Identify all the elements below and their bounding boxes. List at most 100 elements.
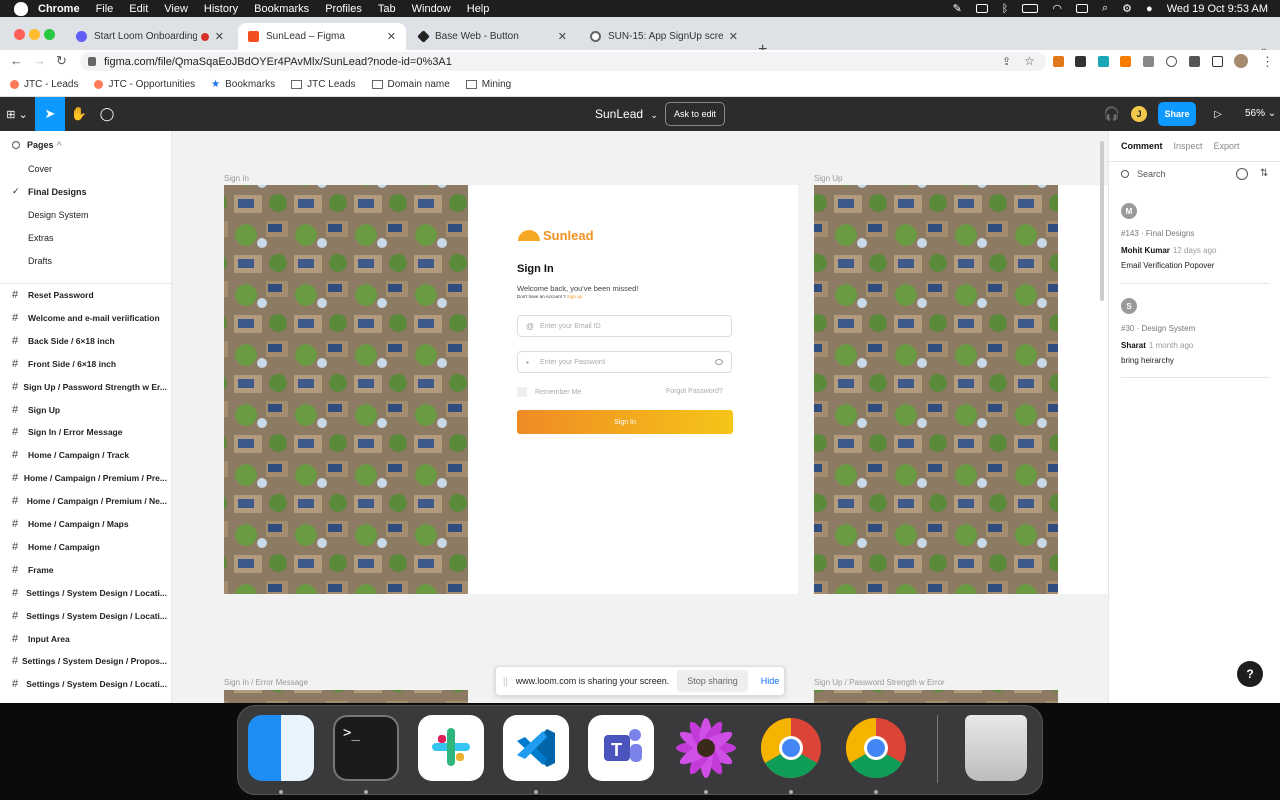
address-bar[interactable]: figma.com/file/QmaSqaEoJBdOYEr4PAvMlx/Su… bbox=[80, 52, 1046, 71]
layer-item[interactable]: # Sign In / Error Message bbox=[12, 426, 167, 438]
vscode-icon[interactable] bbox=[503, 715, 569, 781]
control-center-icon[interactable]: ⚙ bbox=[1122, 2, 1132, 15]
present-play-icon[interactable]: ▷ bbox=[1210, 97, 1226, 131]
tab-figma[interactable]: SunLead – Figma ✕ bbox=[238, 23, 406, 50]
layer-item[interactable]: # Settings / System Design / Locati... bbox=[12, 610, 167, 622]
zoom-dropdown[interactable]: 56% ⌄ bbox=[1245, 108, 1276, 119]
menu-file[interactable]: File bbox=[96, 3, 114, 15]
forgot-password-link[interactable]: Forgot Password? bbox=[666, 388, 723, 395]
metamask-extension-icon[interactable] bbox=[1053, 56, 1064, 67]
user-avatar[interactable]: J bbox=[1131, 106, 1147, 122]
tab-loom[interactable]: Start Loom Onboarding | L ✕ bbox=[66, 23, 234, 50]
bookmark-folder-domain-name[interactable]: Domain name bbox=[371, 79, 450, 90]
bookmark-folder-jtc-leads[interactable]: JTC Leads bbox=[291, 79, 356, 90]
layer-item[interactable]: # Welcome and e-mail veriification bbox=[12, 312, 167, 324]
bookmark-star-icon[interactable]: ☆ bbox=[1024, 54, 1035, 68]
layer-item[interactable]: # Home / Campaign bbox=[12, 541, 167, 553]
headphones-icon[interactable]: 🎧 bbox=[1102, 97, 1122, 131]
wifi-icon[interactable]: ◠ bbox=[1052, 2, 1062, 15]
frame-label-sign-in-error[interactable]: Sign In / Error Message bbox=[224, 678, 308, 687]
filter-icon[interactable] bbox=[1236, 168, 1248, 180]
vertical-scrollbar[interactable] bbox=[1100, 141, 1104, 301]
hide-button[interactable]: Hide bbox=[761, 676, 780, 686]
close-tab-icon[interactable]: ✕ bbox=[215, 30, 224, 43]
share-button[interactable]: Share bbox=[1158, 102, 1196, 126]
share-page-icon[interactable]: ⇪ bbox=[1002, 55, 1011, 68]
eye-icon[interactable] bbox=[715, 359, 723, 365]
frame-label-sign-up-password[interactable]: Sign Up / Password Strength w Error bbox=[814, 678, 945, 687]
search-icon[interactable] bbox=[12, 141, 20, 149]
layer-item[interactable]: # Home / Campaign / Track bbox=[12, 449, 167, 461]
ask-to-edit-button[interactable]: Ask to edit bbox=[665, 102, 726, 126]
frame-label-sign-up[interactable]: Sign Up bbox=[814, 174, 842, 183]
tab-inspect[interactable]: Inspect bbox=[1174, 141, 1203, 151]
teams-icon[interactable]: T bbox=[588, 715, 654, 781]
extensions-puzzle-icon[interactable] bbox=[1189, 56, 1200, 67]
menu-help[interactable]: Help bbox=[467, 3, 490, 15]
layer-item[interactable]: # Settings / System Design / Propos... bbox=[12, 655, 167, 667]
close-tab-icon[interactable]: ✕ bbox=[729, 30, 738, 43]
email-field[interactable]: @ Enter your Email ID bbox=[517, 315, 732, 337]
layer-item[interactable]: # Home / Campaign / Premium / Pre... bbox=[12, 472, 167, 484]
file-name-dropdown[interactable]: SunLead ⌄ bbox=[595, 107, 658, 121]
minimize-window-button[interactable] bbox=[29, 29, 40, 40]
chrome-menu-icon[interactable]: ⋮ bbox=[1261, 54, 1274, 70]
battery-icon[interactable] bbox=[1022, 4, 1039, 13]
comment-tool-button[interactable]: ◯ bbox=[94, 97, 120, 131]
hand-tool-button[interactable]: ✋ bbox=[66, 97, 92, 131]
layer-item[interactable]: # Input Area bbox=[12, 633, 167, 645]
tab-comment[interactable]: Comment bbox=[1121, 141, 1163, 151]
menu-bookmarks[interactable]: Bookmarks bbox=[254, 3, 309, 15]
tab-base-web[interactable]: Base Web - Button ✕ bbox=[409, 23, 577, 50]
password-field[interactable]: ▪ Enter your Password bbox=[517, 351, 732, 373]
menu-edit[interactable]: Edit bbox=[129, 3, 148, 15]
drag-handle-icon[interactable]: || bbox=[503, 676, 508, 686]
layer-item[interactable]: # Sign Up bbox=[12, 404, 167, 416]
siri-icon[interactable]: ● bbox=[1146, 3, 1153, 15]
chrome-icon[interactable] bbox=[843, 715, 909, 781]
menu-window[interactable]: Window bbox=[412, 3, 451, 15]
layer-item[interactable]: # Sign Up / Password Strength w Er... bbox=[12, 381, 167, 393]
menu-app-name[interactable]: Chrome bbox=[38, 3, 80, 15]
bookmark-bookmarks[interactable]: ★ Bookmarks bbox=[211, 79, 275, 90]
chrome-icon[interactable] bbox=[758, 715, 824, 781]
layer-item[interactable]: # Settings / System Design / Locati... bbox=[12, 678, 167, 690]
pages-header[interactable]: Pages ^ bbox=[12, 140, 62, 150]
layer-item[interactable]: # Settings / System Design / Locati... bbox=[12, 587, 167, 599]
help-button[interactable]: ? bbox=[1237, 661, 1263, 687]
trash-icon[interactable] bbox=[965, 715, 1027, 781]
page-drafts[interactable]: Drafts bbox=[28, 256, 52, 266]
layer-item[interactable]: # Home / Campaign / Premium / Ne... bbox=[12, 495, 167, 507]
extension-icon[interactable] bbox=[1166, 56, 1177, 67]
menu-profiles[interactable]: Profiles bbox=[325, 3, 362, 15]
bookmark-folder-mining[interactable]: Mining bbox=[465, 79, 511, 90]
remember-me-checkbox[interactable]: Remember Me bbox=[517, 387, 581, 397]
pen-icon[interactable]: ✎ bbox=[953, 2, 962, 15]
zoom-window-button[interactable] bbox=[44, 29, 55, 40]
close-tab-icon[interactable]: ✕ bbox=[387, 30, 396, 43]
layer-item[interactable]: # Back Side / 6×18 inch bbox=[12, 335, 167, 347]
checkbox[interactable] bbox=[517, 387, 527, 397]
forward-button[interactable]: → bbox=[33, 53, 46, 68]
comment-thread[interactable]: S #30 · Design System Sharat 1 month ago … bbox=[1121, 298, 1195, 365]
sort-icon[interactable]: ⇅ bbox=[1260, 168, 1268, 179]
extension-icon[interactable] bbox=[1075, 56, 1086, 67]
apple-icon[interactable] bbox=[14, 1, 28, 16]
layer-item[interactable]: # Frame bbox=[12, 564, 167, 576]
bookmark-jtc-leads[interactable]: JTC - Leads bbox=[10, 79, 78, 90]
layer-item[interactable]: # Home / Campaign / Maps bbox=[12, 518, 167, 530]
extension-icon[interactable] bbox=[1098, 56, 1109, 67]
terminal-icon[interactable]: >_ bbox=[333, 715, 399, 781]
signup-link[interactable]: Sign up bbox=[567, 294, 582, 299]
signin-button[interactable]: Sign In bbox=[517, 410, 733, 434]
flower-app-icon[interactable] bbox=[673, 715, 739, 781]
move-tool-button[interactable]: ➤ bbox=[35, 97, 65, 131]
menubar-clock[interactable]: Wed 19 Oct 9:53 AM bbox=[1167, 3, 1268, 15]
frame-label-sign-in[interactable]: Sign In bbox=[224, 174, 249, 183]
menu-history[interactable]: History bbox=[204, 3, 238, 15]
extension-icon[interactable] bbox=[1143, 56, 1154, 67]
figma-main-menu-button[interactable]: ⊞ ⌄ bbox=[0, 97, 34, 131]
slack-icon[interactable] bbox=[418, 715, 484, 781]
page-final-designs[interactable]: Final Designs bbox=[28, 187, 87, 197]
page-design-system[interactable]: Design System bbox=[28, 210, 89, 220]
